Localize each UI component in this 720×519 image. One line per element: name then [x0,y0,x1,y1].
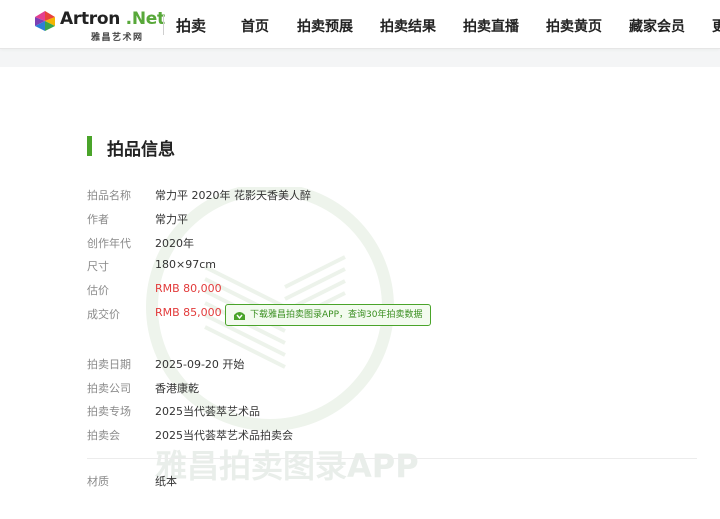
nav-item-home[interactable]: 首页 [241,16,269,36]
nav-item-collector[interactable]: 藏家会员 [629,16,685,36]
detail-label: 创作年代 [87,237,131,250]
detail-value: 常力平 [155,213,188,226]
top-navigation-bar: Artron .Net 雅昌艺术网 拍卖 首页 拍卖预展 拍卖结果 拍卖直播 拍… [0,0,720,49]
detail-label: 拍卖公司 [87,382,131,395]
detail-label: 尺寸 [87,260,109,273]
logo-wordmark: Artron .Net [60,9,165,29]
auction-company-link[interactable]: 香港康乾 [155,380,199,396]
detail-value: 纸本 [155,475,177,488]
nav-item-preview[interactable]: 拍卖预展 [297,16,353,36]
detail-label: 估价 [87,284,109,297]
section-label-auction[interactable]: 拍卖 [176,15,206,36]
detail-value: 180×97cm [155,258,216,271]
detail-label: 材质 [87,475,109,488]
nav-item-more[interactable]: 更 [712,16,720,36]
logo-divider [163,15,164,35]
app-watermark: 雅昌拍卖图录APP [146,187,419,485]
auction-session-link[interactable]: 2025当代荟萃艺术品 [155,403,260,419]
logo-subtitle: 雅昌艺术网 [91,33,144,43]
detail-value: 2025-09-20 开始 [155,358,245,371]
watermark-text: 雅昌拍卖图录APP [155,447,419,485]
section-divider [87,458,697,459]
download-app-button[interactable]: 下载雅昌拍卖图录APP，查询30年拍卖数据 [225,304,432,326]
detail-label: 成交价 [87,308,120,321]
nav-item-directory[interactable]: 拍卖黄页 [546,16,602,36]
section-title: 拍品信息 [107,140,175,160]
app-download-icon [234,312,245,320]
nav-item-live[interactable]: 拍卖直播 [463,16,519,36]
auction-event-link[interactable]: 2025当代荟萃艺术品拍卖会 [155,427,293,443]
detail-value: 2020年 [155,237,194,250]
download-app-label: 下载雅昌拍卖图录APP，查询30年拍卖数据 [250,310,423,320]
detail-label: 拍卖日期 [87,358,131,371]
title-accent-bar [87,136,92,156]
nav-item-results[interactable]: 拍卖结果 [380,16,436,36]
estimate-price: RMB 80,000 [155,282,222,295]
detail-value: 常力平 2020年 花影天香美人醉 [155,189,311,202]
lot-info-panel: 雅昌拍卖图录APP 拍品信息 拍品名称 常力平 2020年 花影天香美人醉 作者… [0,67,720,519]
deal-price: RMB 85,000 [155,306,222,319]
detail-label: 拍卖会 [87,429,120,442]
detail-label: 作者 [87,213,109,226]
artron-logo[interactable]: Artron .Net 雅昌艺术网 [34,9,165,43]
detail-label: 拍品名称 [87,189,131,202]
detail-label: 拍卖专场 [87,405,131,418]
artron-logo-mark [35,11,55,31]
